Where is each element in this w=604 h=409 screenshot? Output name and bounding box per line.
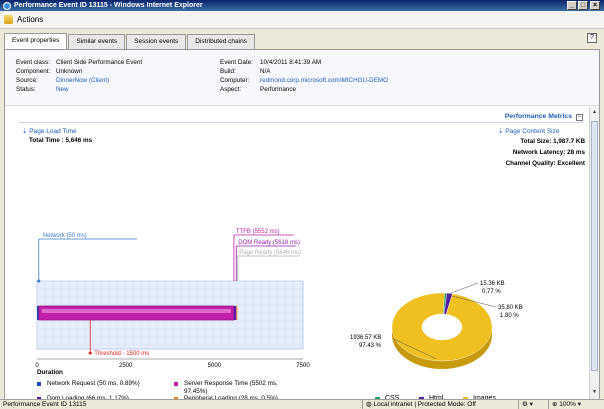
x-tick-label: 7500: [296, 363, 310, 369]
pie-data-pct: 1.80 %: [500, 313, 519, 319]
page-load-title-text: Page Load Time: [29, 128, 77, 135]
bar-highlight: [41, 309, 231, 313]
tab-session-events[interactable]: Session events: [126, 34, 187, 49]
main-panel: Event class: Client Side Performance Even…: [4, 49, 600, 399]
timeline-bar: [233, 306, 237, 320]
prop-build: Build: N/A: [220, 68, 271, 76]
pie-data-label: 1936.57 KB: [350, 335, 381, 341]
protected-mode-toggle[interactable]: ⚙ ▾: [518, 400, 533, 409]
duration-label: Duration: [37, 369, 63, 376]
vertical-scrollbar[interactable]: ▲ ▼: [589, 107, 599, 399]
scroll-up-icon[interactable]: ▲: [591, 109, 598, 117]
x-tick-label: 5000: [208, 363, 222, 369]
legend-label: Network Request (50 ms, 0.89%): [47, 380, 140, 387]
status-link[interactable]: New: [56, 86, 69, 93]
page-content-title-text: Page Content Size: [505, 128, 560, 135]
channel-quality: Channel Quality: Excellent: [505, 160, 585, 167]
pie-data-pct: 97.43 %: [359, 343, 382, 349]
internet-explorer-icon: [3, 1, 11, 10]
expand-arrow-icon[interactable]: ⇣: [22, 128, 27, 135]
prop-value: Client Side Performance Event: [56, 59, 143, 66]
actions-toolbar: Actions: [0, 11, 604, 29]
zoom-icon: ⊕: [552, 401, 558, 408]
security-zone-text: Local intranet | Protected Mode: Off: [373, 401, 476, 408]
tab-event-properties[interactable]: Event properties: [4, 33, 68, 49]
collapse-icon[interactable]: −: [576, 114, 583, 121]
maximize-button[interactable]: □: [578, 1, 588, 10]
timeline-bar: [236, 306, 238, 320]
zoom-control[interactable]: ⊕ 100% ▾: [548, 400, 581, 409]
x-tick-label: 2500: [119, 363, 133, 369]
scroll-thumb[interactable]: [591, 121, 598, 371]
status-text: Performance Event ID 13115: [3, 401, 87, 408]
page-content-pie-chart: 15.36 KB 0.77 % 35.80 KB 1.80 % 1936.57 KB 97…: [350, 281, 523, 369]
network-marker-dot: [37, 279, 41, 283]
computer-link[interactable]: redmond.corp.microsoft.com\MICHGU-DEMO: [260, 77, 388, 84]
security-zone[interactable]: ◍ Local intranet | Protected Mode: Off: [362, 400, 476, 409]
prop-label: Status:: [16, 86, 36, 93]
pie-data-pct: 0.77 %: [482, 289, 501, 295]
page-load-timeline-chart: Network (50 ms) TTFB (5552 ms) DOM Ready (…: [35, 229, 310, 369]
prop-label: Event class:: [16, 59, 50, 66]
pie-data-label: 15.36 KB: [480, 281, 505, 287]
scroll-down-icon[interactable]: ▼: [591, 389, 598, 397]
pie-leader-line: [445, 282, 479, 296]
close-button[interactable]: ×: [590, 1, 600, 10]
prop-label: Build:: [220, 68, 236, 75]
threshold-dot: [88, 351, 92, 355]
prop-label: Computer:: [220, 77, 250, 84]
status-bar: Performance Event ID 13115 ◍ Local intra…: [0, 399, 604, 409]
prop-label: Event Date:: [220, 59, 253, 66]
page-content-title: ⇣ Page Content Size: [498, 128, 559, 136]
prop-value: Unknown: [56, 68, 83, 75]
tab-similar-events[interactable]: Similar events: [68, 34, 126, 49]
dom-ready-marker-label: DOM Ready (5618 ms): [238, 240, 300, 246]
prop-event-date: Event Date: 10/4/2011 8:41:39 AM: [220, 59, 321, 67]
network-latency: Network Latency: 28 ms: [512, 149, 585, 156]
prop-label: Component:: [16, 68, 51, 75]
prop-label: Source:: [16, 77, 38, 84]
legend-swatch: [174, 382, 178, 386]
prop-status: Status: New: [16, 86, 69, 94]
expand-arrow-icon[interactable]: ⇣: [498, 128, 503, 135]
prop-source: Source: DinnerNow (Client): [16, 77, 109, 85]
window-titlebar: Performance Event ID 13115 - Windows Int…: [0, 0, 604, 11]
tab-distributed-chains[interactable]: Distributed chains: [187, 34, 255, 49]
actions-menu[interactable]: Actions: [17, 15, 43, 24]
ttfb-marker-label: TTFB (5552 ms): [236, 229, 280, 235]
window-title: Performance Event ID 13115 - Windows Int…: [14, 2, 203, 9]
globe-icon: ◍: [366, 401, 372, 408]
legend-swatch: [37, 382, 41, 386]
threshold-label: Threshold - 1500 ms: [94, 351, 149, 357]
source-link[interactable]: DinnerNow (Client): [56, 77, 109, 84]
metrics-header: Performance Metrics −: [19, 113, 583, 123]
prop-aspect: Aspect: Performance: [220, 86, 296, 94]
metrics-title: Performance Metrics: [504, 113, 572, 120]
pie-data-label: 35.80 KB: [498, 305, 523, 311]
prop-event-class: Event class: Client Side Performance Even…: [16, 59, 142, 67]
page-ready-marker-label: Page Ready (5646 ms): [239, 250, 301, 256]
page-load-title: ⇣ Page Load Time: [22, 128, 77, 136]
actions-icon: [4, 15, 13, 24]
pie-hole: [422, 314, 462, 340]
minimize-button[interactable]: _: [567, 1, 577, 10]
prop-label: Aspect:: [220, 86, 241, 93]
prop-value: Performance: [260, 86, 297, 93]
total-size: Total Size: 1,987.7 KB: [520, 138, 585, 145]
help-icon[interactable]: ?: [587, 33, 597, 43]
network-marker-label: Network (50 ms): [43, 233, 87, 239]
prop-computer: Computer: redmond.corp.microsoft.com\MICH…: [220, 77, 388, 85]
prop-value: N/A: [260, 68, 271, 75]
event-properties: Event class: Client Side Performance Even…: [5, 50, 599, 106]
prop-component: Component: Unknown: [16, 68, 82, 76]
zoom-level: 100%: [559, 401, 576, 408]
legend-label: Server Response Time (5502 ms, 97.45%): [184, 380, 278, 395]
tab-strip: Event properties Similar events Session …: [4, 33, 256, 49]
prop-value: 10/4/2011 8:41:39 AM: [260, 59, 322, 66]
total-time: Total Time : 5,646 ms: [29, 137, 93, 144]
performance-metrics: Performance Metrics − ⇣ Page Load Time T…: [5, 107, 599, 399]
